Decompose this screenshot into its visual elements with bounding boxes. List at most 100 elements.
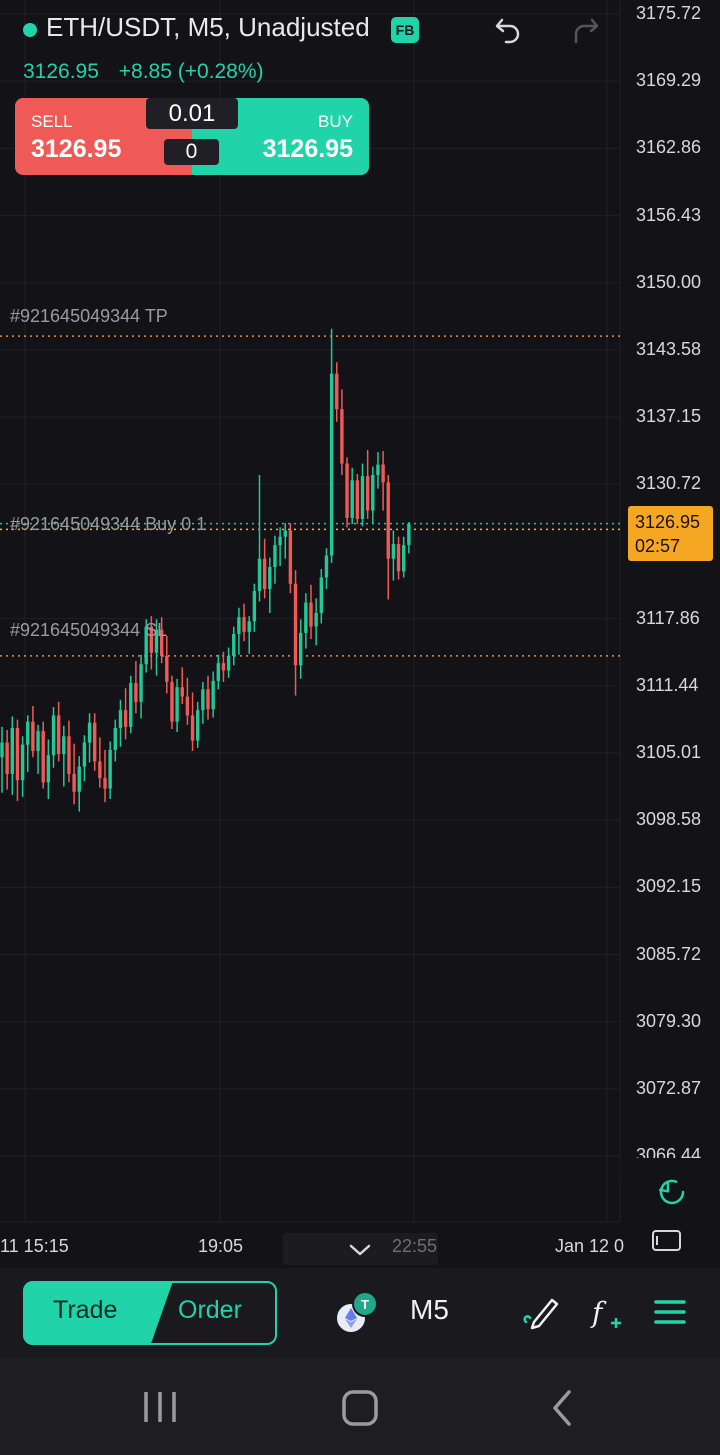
- candle-body: [407, 523, 411, 546]
- price-change-line: 3126.95 +8.85 (+0.28%): [23, 60, 278, 84]
- candle-body: [62, 736, 66, 755]
- collapse-button[interactable]: [345, 1238, 375, 1262]
- candle-body: [273, 545, 277, 568]
- buy-label: BUY: [318, 112, 353, 131]
- price-tick: 3111.44: [636, 674, 699, 695]
- candle-body: [232, 633, 236, 656]
- candle-body: [350, 480, 354, 518]
- reset-chart-button[interactable]: [653, 1172, 693, 1212]
- candle-body: [201, 689, 205, 711]
- candle-body: [360, 476, 365, 519]
- tp-order-label[interactable]: #921645049344 TP: [10, 306, 168, 327]
- price-tick: 3150.00: [636, 271, 702, 292]
- candle-body: [381, 464, 385, 483]
- candle-body: [82, 742, 87, 767]
- pencil-icon: [523, 1298, 559, 1330]
- price-tick: 3175.72: [636, 3, 702, 23]
- current-price-value: 3126.95: [635, 512, 701, 532]
- eth-coin-icon: T: [335, 1291, 378, 1334]
- candle-body: [56, 715, 61, 755]
- candle-body: [252, 591, 257, 622]
- candle-body: [26, 721, 30, 745]
- candle-body: [46, 755, 51, 783]
- symbol-title[interactable]: ETH/USDT, M5, Unadjusted: [46, 12, 370, 43]
- time-tick: 22:55: [392, 1236, 438, 1256]
- candle-body: [226, 655, 231, 671]
- candle-body: [206, 689, 210, 710]
- candle-body: [129, 683, 133, 727]
- candle-body: [288, 530, 293, 584]
- recent-apps-button[interactable]: [138, 1386, 182, 1428]
- candle-body: [113, 727, 117, 750]
- candle-body: [221, 663, 226, 671]
- entry-order-label[interactable]: #921645049344 Buy 0.1: [10, 514, 206, 535]
- candle-body: [283, 530, 287, 537]
- menu-button[interactable]: [652, 1294, 688, 1330]
- candle-body: [237, 617, 241, 634]
- candle-body: [314, 613, 318, 627]
- time-tick: Jan 12 0: [555, 1236, 625, 1256]
- candle-body: [180, 687, 184, 697]
- candle-body: [170, 681, 174, 722]
- candle-body: [93, 722, 97, 762]
- candle-body: [391, 544, 396, 559]
- timeframe-button[interactable]: M5: [410, 1294, 449, 1326]
- fullscreen-button[interactable]: [648, 1226, 686, 1256]
- price-tick: 3137.15: [636, 406, 702, 427]
- candle-body: [185, 696, 190, 716]
- current-price-tag: 3126.95 02:57: [628, 506, 713, 561]
- menu-icon: [654, 1300, 686, 1324]
- sell-label: SELL: [31, 112, 73, 131]
- home-button[interactable]: [338, 1386, 382, 1430]
- order-tab-label[interactable]: Order: [178, 1296, 242, 1325]
- candle-body: [309, 602, 313, 627]
- price-tick: 3117.86: [636, 607, 700, 628]
- recent-apps-icon: [144, 1392, 176, 1422]
- time-tick: 19:05: [198, 1236, 244, 1256]
- price-tick: 3156.43: [636, 204, 702, 225]
- candle-body: [196, 710, 200, 741]
- indicators-button[interactable]: f: [588, 1292, 628, 1332]
- candle-body: [123, 710, 128, 727]
- symbol-switch-button[interactable]: T: [333, 1290, 383, 1336]
- candle-body: [72, 773, 76, 792]
- candle-body: [247, 621, 251, 632]
- redo-button[interactable]: [566, 10, 606, 50]
- price-tick: 3169.29: [636, 70, 702, 91]
- price-tick: 3130.72: [636, 473, 702, 494]
- candle-body: [77, 766, 81, 792]
- candle-body: [165, 655, 169, 682]
- candle-body: [10, 727, 14, 774]
- redo-icon: [574, 18, 599, 44]
- candle-body: [329, 373, 334, 556]
- time-tick: 11 15:15: [0, 1236, 69, 1256]
- home-icon: [342, 1390, 378, 1426]
- candle-body: [51, 715, 56, 756]
- lot-size-input[interactable]: 0.01: [146, 98, 238, 129]
- price-tick: 3072.87: [636, 1077, 702, 1098]
- back-button[interactable]: [545, 1386, 579, 1430]
- price-tick: 3085.72: [636, 943, 702, 964]
- undo-button[interactable]: [490, 10, 530, 50]
- reset-icon: [658, 1179, 685, 1205]
- candle-body: [335, 373, 339, 410]
- candle-body: [211, 680, 215, 710]
- drawing-tools-button[interactable]: [518, 1292, 560, 1332]
- price-tick: 3143.58: [636, 338, 702, 359]
- sl-order-label[interactable]: #921645049344 SL: [10, 620, 167, 641]
- candle-body: [36, 731, 40, 751]
- candle-body: [386, 482, 390, 559]
- candle-body: [355, 480, 360, 519]
- undo-icon: [495, 18, 520, 44]
- price-tick: 3162.86: [636, 137, 702, 158]
- candle-body: [15, 727, 20, 781]
- candle-body: [139, 664, 143, 702]
- trade-tab-label[interactable]: Trade: [53, 1296, 117, 1325]
- candlestick-series: [0, 328, 411, 812]
- candle-body: [31, 721, 35, 751]
- candle-body: [278, 536, 282, 546]
- fb-badge: FB: [391, 17, 419, 43]
- price-tick: 3079.30: [636, 1010, 702, 1031]
- screen-icon: [652, 1230, 681, 1251]
- price-change: +8.85 (+0.28%): [118, 60, 264, 83]
